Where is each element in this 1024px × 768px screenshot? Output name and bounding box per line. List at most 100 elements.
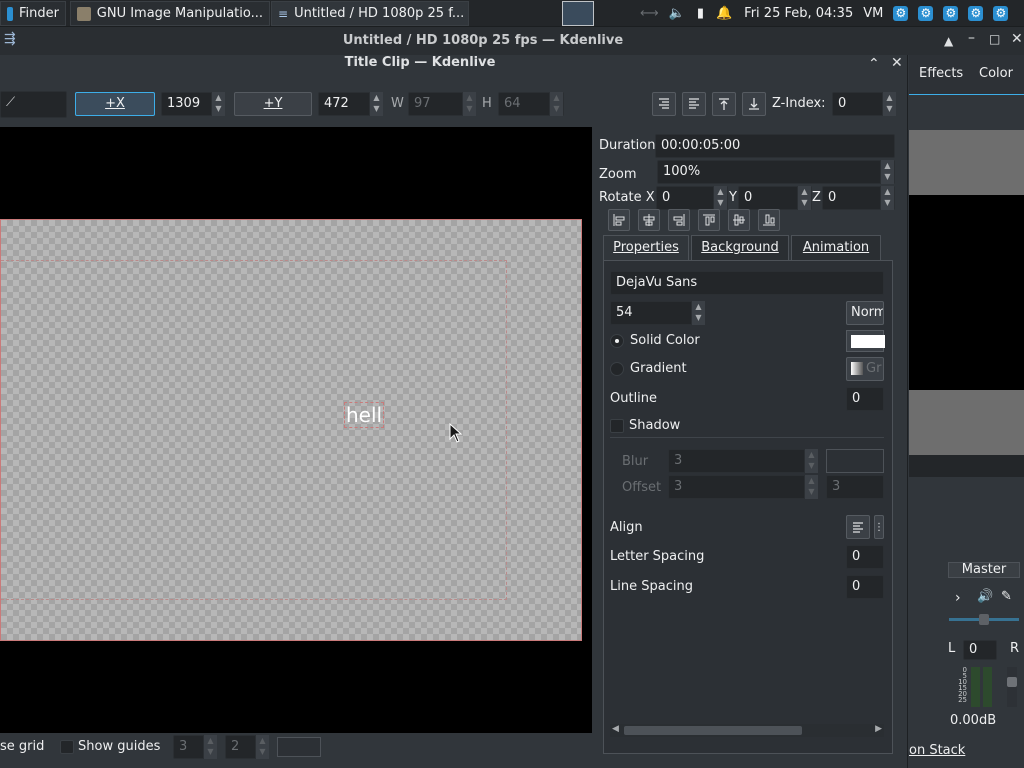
maximize-icon[interactable]: □: [989, 32, 1000, 46]
notification-icon[interactable]: 🔔: [716, 6, 732, 21]
outline-input[interactable]: 0: [846, 387, 884, 411]
chevron-up-icon[interactable]: ⌃: [868, 56, 880, 72]
task-gimp[interactable]: GNU Image Manipulatio...: [70, 1, 270, 26]
dialog-close-icon[interactable]: ✕: [891, 55, 903, 71]
font-size-input[interactable]: 54: [610, 301, 694, 325]
horizontal-scrollbar[interactable]: ◀ ▶: [610, 724, 884, 737]
edit-icon[interactable]: ✎: [1001, 589, 1012, 604]
chevron-right-icon[interactable]: ›: [955, 590, 961, 606]
zoom-spin[interactable]: ▲ ▼: [880, 160, 894, 184]
w-label: W: [391, 96, 404, 111]
volume-fader[interactable]: [1007, 667, 1017, 707]
line-spacing-input[interactable]: 0: [846, 575, 884, 599]
task-kdenlive[interactable]: ≡ Untitled / HD 1080p 25 f...: [271, 1, 469, 26]
pager-desktop[interactable]: [562, 1, 594, 26]
align-top-button[interactable]: [698, 209, 720, 231]
y-origin-button[interactable]: +Y: [234, 92, 312, 116]
x-spin[interactable]: ▲ ▼: [211, 92, 225, 116]
main-window-right-panel: Effects Color Master › 🔊 ✎ L 0 R 0 5 10 15 2…: [909, 55, 1024, 768]
vm-label[interactable]: VM: [863, 6, 883, 21]
meter-right: [983, 667, 992, 707]
tab-color[interactable]: Color: [979, 66, 1013, 81]
show-guides-label[interactable]: Show guides: [78, 739, 160, 754]
gear-icon[interactable]: ⚙: [943, 6, 959, 21]
title-text-item[interactable]: hell: [344, 402, 385, 428]
text-align-more-button[interactable]: ⋮: [874, 515, 884, 539]
balance-slider-handle[interactable]: [979, 614, 989, 625]
gear-icon[interactable]: ⚙: [993, 6, 1009, 21]
minimize-icon[interactable]: –: [968, 30, 975, 46]
keep-above-icon[interactable]: ▲: [944, 34, 953, 48]
align-label: Align: [610, 520, 643, 535]
safe-zone: [1, 260, 507, 600]
text-align-left-button[interactable]: [846, 515, 870, 539]
h-spin: ▲ ▼: [549, 92, 563, 116]
rotate-y-label: Y: [729, 190, 737, 205]
duration-input[interactable]: 00:00:05:00: [655, 134, 895, 158]
align-right-edge-icon: [673, 214, 685, 226]
main-window-title: Untitled / HD 1080p 25 fps — Kdenlive: [342, 33, 624, 48]
clock[interactable]: Fri 25 Feb, 04:35: [744, 6, 853, 21]
zindex-label: Z-Index:: [772, 96, 826, 111]
zindex-spin[interactable]: ▲ ▼: [882, 92, 896, 116]
to-top-button[interactable]: [712, 92, 736, 116]
zoom-input[interactable]: 100%: [657, 160, 895, 184]
monitor-preview-bottom: [909, 390, 1024, 455]
tab-undo-stack[interactable]: on Stack: [909, 743, 965, 758]
font-weight-combobox[interactable]: Norm: [846, 301, 884, 325]
solid-color-radio[interactable]: [610, 334, 624, 348]
shadow-checkbox[interactable]: [610, 419, 624, 433]
raise-item-button[interactable]: [652, 92, 676, 116]
align-hcenter-icon: [643, 214, 655, 226]
gear-icon[interactable]: ⚙: [968, 6, 984, 21]
finder-icon: [7, 6, 14, 21]
y-spin[interactable]: ▲ ▼: [369, 92, 383, 116]
tab-animation[interactable]: Animation: [791, 235, 881, 261]
tab-background[interactable]: Background: [691, 235, 789, 261]
gear-icon[interactable]: ⚙: [893, 6, 909, 21]
tool-select-field[interactable]: ⟋: [0, 91, 67, 118]
gear-icon[interactable]: ⚙: [918, 6, 934, 21]
to-bottom-button[interactable]: [742, 92, 766, 116]
letter-spacing-input[interactable]: 0: [846, 545, 884, 569]
solid-color-button[interactable]: [846, 330, 885, 352]
line-spacing-label: Line Spacing: [610, 579, 693, 594]
align-vcenter-button[interactable]: [728, 209, 750, 231]
font-combobox[interactable]: DejaVu Sans: [610, 271, 884, 295]
guides-v-spin: ▲ ▼: [255, 735, 269, 759]
rotate-z-spin[interactable]: ▲ ▼: [880, 186, 894, 210]
align-bottom-button[interactable]: [758, 209, 780, 231]
tab-properties[interactable]: Properties: [603, 235, 689, 261]
text-align-left-icon: [853, 522, 863, 533]
speaker-icon[interactable]: 🔊: [977, 589, 993, 604]
kdenlive-icon: ≡: [278, 6, 289, 21]
align-left-edge-icon: [613, 214, 625, 226]
task-label: Finder: [19, 6, 59, 21]
rotate-y-spin[interactable]: ▲ ▼: [797, 186, 811, 210]
l-input[interactable]: 0: [963, 640, 997, 660]
use-grid-label[interactable]: se grid: [0, 739, 44, 754]
gradient-label: Gradient: [630, 361, 687, 376]
r-label: R: [1010, 641, 1020, 656]
x-origin-button[interactable]: +X: [75, 92, 155, 116]
align-right-button[interactable]: [668, 209, 690, 231]
master-label: Master: [948, 562, 1020, 578]
font-size-spin[interactable]: ▲ ▼: [691, 301, 705, 325]
rotate-x-spin[interactable]: ▲ ▼: [713, 186, 727, 210]
monitor-preview-top: [909, 130, 1024, 195]
gradient-radio[interactable]: [610, 362, 624, 376]
send-to-back-icon: [749, 98, 759, 110]
align-hcenter-button[interactable]: [638, 209, 660, 231]
tab-effects[interactable]: Effects: [919, 66, 963, 81]
task-finder[interactable]: Finder: [0, 1, 66, 26]
volume-icon[interactable]: 🔈: [669, 6, 685, 21]
network-icon[interactable]: ⟷: [640, 6, 659, 21]
close-icon[interactable]: ✕: [1011, 31, 1023, 47]
battery-icon[interactable]: ▮: [697, 6, 704, 21]
title-canvas[interactable]: hell: [0, 127, 592, 733]
align-left-button[interactable]: [608, 209, 630, 231]
show-guides-checkbox[interactable]: [60, 740, 74, 754]
monitor-ruler[interactable]: [909, 455, 1024, 477]
align-top-edge-icon: [703, 214, 715, 226]
lower-item-button[interactable]: [682, 92, 706, 116]
